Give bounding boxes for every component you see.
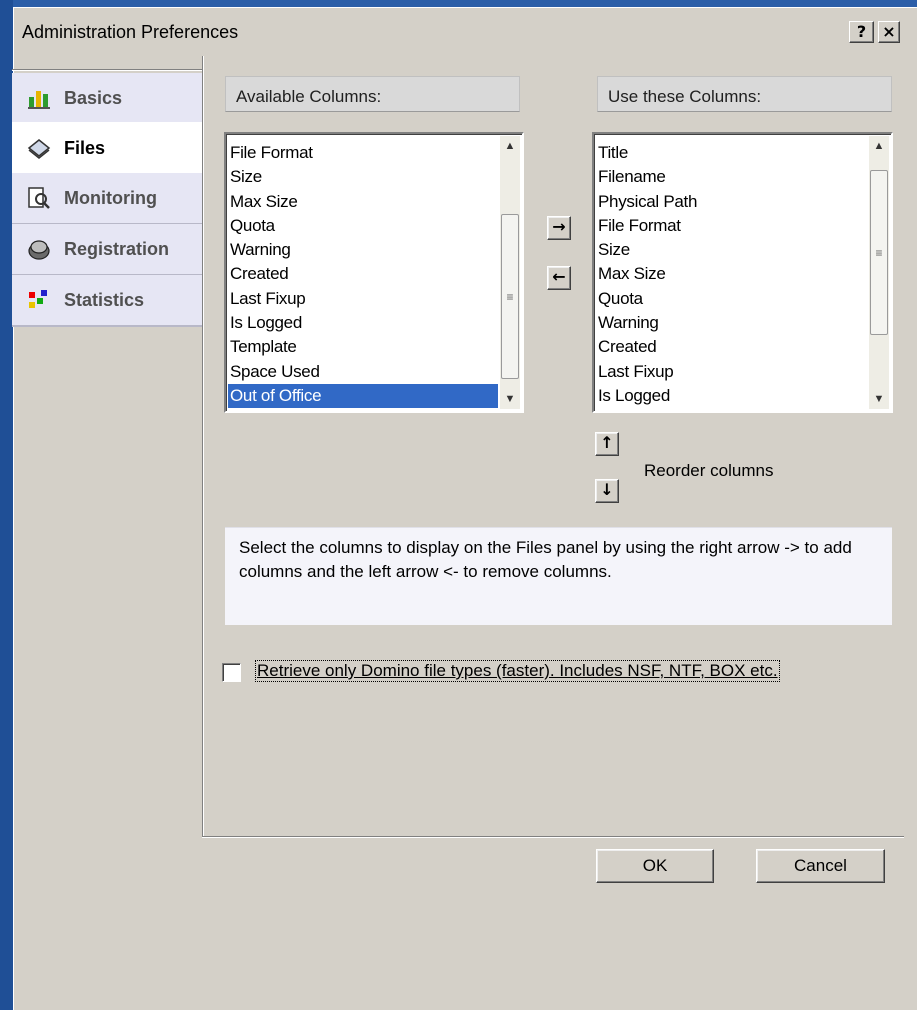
list-item[interactable]: Created (596, 335, 867, 359)
basics-icon (26, 85, 52, 111)
monitoring-icon (26, 185, 52, 211)
scroll-up-arrow-icon[interactable]: ▲ (869, 136, 889, 156)
sidebar-divider (12, 69, 202, 71)
scroll-thumb[interactable]: ≡ (870, 170, 888, 335)
content-bottom-divider (202, 836, 904, 838)
move-up-button[interactable]: ↑ (595, 432, 619, 456)
use-columns-header: Use these Columns: (597, 76, 892, 112)
list-item[interactable]: Template (228, 335, 498, 359)
use-columns-list[interactable]: Title Filename Physical Path File Format… (592, 132, 893, 413)
sidebar-item-label: Registration (64, 238, 170, 259)
add-column-button[interactable]: → (547, 216, 571, 240)
scrollbar[interactable]: ▲ ≡ ▼ (500, 136, 520, 409)
domino-file-types-checkbox[interactable] (222, 663, 241, 682)
scroll-down-arrow-icon[interactable]: ▼ (500, 389, 520, 409)
scroll-down-arrow-icon[interactable]: ▼ (869, 389, 889, 409)
dialog-title: Administration Preferences (22, 22, 239, 42)
list-item[interactable]: Filename (596, 165, 867, 189)
available-columns-list[interactable]: File Format Size Max Size Quota Warning … (224, 132, 524, 413)
list-item[interactable]: Title (596, 141, 867, 165)
list-item[interactable]: Max Size (228, 190, 498, 214)
sidebar-item-monitoring[interactable]: Monitoring (12, 173, 202, 225)
list-item[interactable]: Is Logged (596, 384, 867, 408)
sidebar-item-label: Basics (64, 87, 123, 108)
ok-button[interactable]: OK (596, 849, 714, 883)
close-button[interactable]: × (878, 21, 900, 43)
sidebar-item-files[interactable]: Files (12, 122, 202, 174)
files-icon (26, 135, 52, 161)
list-item[interactable]: Size (596, 238, 867, 262)
cancel-button[interactable]: Cancel (756, 849, 885, 883)
background-window-edge (0, 0, 917, 7)
available-columns-header: Available Columns: (225, 76, 520, 112)
title-bar: Administration Preferences ? × (14, 8, 917, 56)
list-item[interactable]: Is Logged (228, 311, 498, 335)
list-item[interactable]: Created (228, 262, 498, 286)
list-item[interactable]: Quota (596, 287, 867, 311)
domino-file-types-label[interactable]: Retrieve only Domino file types (faster)… (255, 660, 780, 682)
statistics-icon (26, 287, 52, 313)
list-item[interactable]: Physical Path (596, 190, 867, 214)
list-item[interactable]: Size (228, 165, 498, 189)
move-down-button[interactable]: ↓ (595, 479, 619, 503)
remove-column-button[interactable]: ← (547, 266, 571, 290)
help-button[interactable]: ? (849, 21, 874, 43)
list-item[interactable]: Warning (228, 238, 498, 262)
list-item[interactable]: Warning (596, 311, 867, 335)
reorder-columns-label: Reorder columns (644, 461, 774, 480)
sidebar-item-label: Files (64, 137, 106, 158)
sidebar-item-statistics[interactable]: Statistics (12, 275, 202, 327)
list-item[interactable]: Last Fixup (596, 360, 867, 384)
sidebar-item-label: Monitoring (64, 187, 157, 208)
scroll-up-arrow-icon[interactable]: ▲ (500, 136, 520, 156)
sidebar-item-basics[interactable]: Basics (12, 73, 202, 125)
help-text-box: Select the columns to display on the Fil… (225, 527, 892, 625)
sidebar-item-label: Statistics (64, 289, 145, 310)
list-item-selected[interactable]: Out of Office (228, 383, 498, 409)
scroll-thumb[interactable]: ≡ (501, 214, 519, 379)
registration-icon (26, 236, 52, 262)
list-item[interactable]: Space Used (228, 360, 498, 384)
list-item[interactable]: Quota (228, 214, 498, 238)
list-item[interactable]: File Format (228, 141, 498, 165)
list-item[interactable]: Last Fixup (228, 287, 498, 311)
scrollbar[interactable]: ▲ ≡ ▼ (869, 136, 889, 409)
content-divider (202, 56, 204, 836)
sidebar-item-registration[interactable]: Registration (12, 224, 202, 276)
list-item[interactable]: Max Size (596, 262, 867, 286)
list-item[interactable]: File Format (596, 214, 867, 238)
